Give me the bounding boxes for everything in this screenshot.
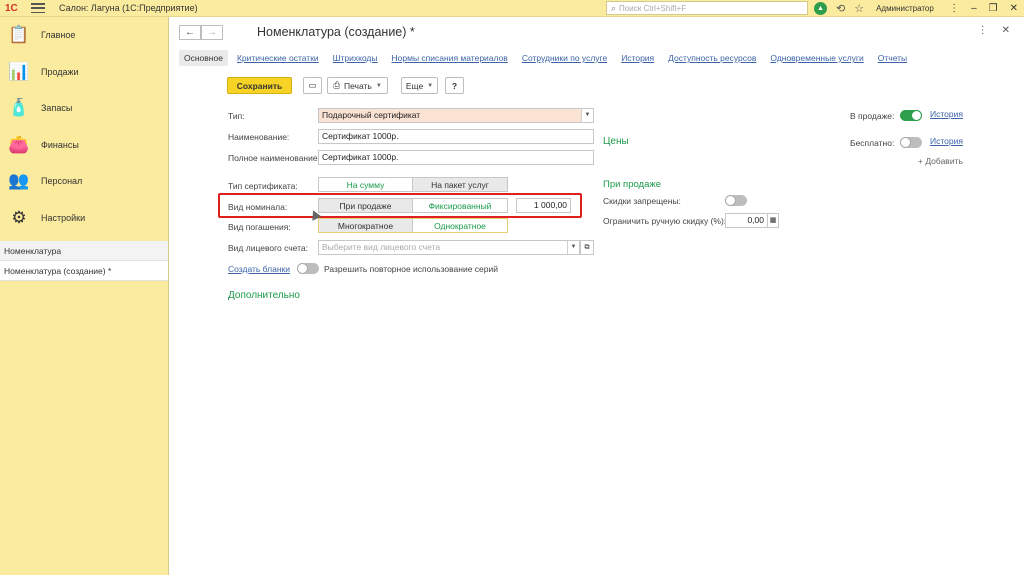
sidebar-item-sales[interactable]: 📊 Продажи — [0, 54, 168, 91]
chevron-down-icon[interactable]: ▼ — [567, 241, 579, 254]
settings-menu-icon[interactable]: ⋮ — [949, 3, 959, 14]
gear-icon: ⚙ — [11, 207, 27, 227]
form-close-icon[interactable]: ✕ — [1002, 25, 1010, 36]
history-icon[interactable]: ⟲ — [836, 2, 845, 15]
cert-type-label: Тип сертификата: — [228, 181, 298, 191]
chevron-down-icon: ▼ — [427, 82, 434, 89]
tab-reports[interactable]: Отчеты — [878, 50, 907, 66]
close-icon[interactable]: ✕ — [1010, 3, 1018, 14]
wallet-icon: 👛 — [8, 134, 30, 154]
tab-critical-stock[interactable]: Критические остатки — [237, 50, 319, 66]
tab-simultaneous-services[interactable]: Одновременные услуги — [770, 50, 863, 66]
sales-chart-icon: 📊 — [8, 61, 30, 81]
free-toggle[interactable] — [900, 137, 922, 148]
redemption-switch: Многократное Однократное — [318, 218, 508, 233]
cert-type-amount-option[interactable]: На сумму — [319, 178, 413, 191]
tab-history[interactable]: История — [621, 50, 654, 66]
on-sale-history-link[interactable]: История — [930, 109, 963, 119]
discounts-forbidden-label: Скидки запрещены: — [603, 196, 681, 206]
help-button[interactable]: ? — [445, 77, 464, 94]
title-bar: 1С Салон: Лагуна (1С:Предприятие) ⌕ Поис… — [0, 0, 1024, 17]
open-windows-list: Номенклатура Номенклатура (создание) * — [0, 241, 168, 281]
redemption-label: Вид погашения: — [228, 222, 291, 232]
discounts-forbidden-toggle[interactable] — [725, 195, 747, 206]
name-input[interactable]: Сертификат 1000р. — [318, 129, 594, 144]
sidebar-item-main[interactable]: 📋 Главное — [0, 17, 168, 54]
document-icon[interactable]: ▭ — [303, 77, 322, 94]
save-button[interactable]: Сохранить — [227, 77, 292, 94]
people-icon: 👥 — [8, 171, 30, 191]
bottle-icon: 🧴 — [8, 98, 30, 118]
printer-icon: ⎙ — [333, 80, 340, 90]
app-logo: 1С — [5, 2, 18, 14]
sidebar: 📋 Главное 📊 Продажи 🧴 Запасы 👛 Финансы 👥… — [0, 17, 169, 575]
cert-type-switch: На сумму На пакет услуг — [318, 177, 508, 192]
print-button[interactable]: ⎙ Печать ▼ — [327, 77, 388, 94]
sidebar-item-settings[interactable]: ⚙ Настройки — [0, 200, 168, 237]
favorites-star-icon[interactable]: ☆ — [854, 2, 864, 15]
more-button[interactable]: Еще ▼ — [401, 77, 438, 94]
fullname-label: Полное наименование: — [228, 153, 320, 163]
create-forms-link[interactable]: Создать бланки — [228, 264, 290, 274]
additional-section-title[interactable]: Дополнительно — [228, 290, 300, 301]
open-window-item[interactable]: Номенклатура — [0, 241, 168, 261]
tab-barcodes[interactable]: Штрихкоды — [333, 50, 378, 66]
sidebar-item-stock[interactable]: 🧴 Запасы — [0, 90, 168, 127]
cert-type-package-option[interactable]: На пакет услуг — [413, 178, 507, 191]
forward-arrow-icon[interactable]: → — [201, 25, 223, 40]
restore-icon[interactable]: ❐ — [989, 3, 998, 14]
manual-discount-label: Ограничить ручную скидку (%): — [603, 216, 727, 226]
prices-section-title: Цены — [603, 136, 629, 147]
form-menu-icon[interactable]: ⋮ — [978, 25, 988, 36]
minimize-icon[interactable]: – — [971, 3, 977, 14]
search-input[interactable]: ⌕ Поиск Ctrl+Shift+F — [606, 1, 808, 15]
back-arrow-icon[interactable]: ← — [179, 25, 201, 40]
manual-discount-input[interactable]: 0,00 — [725, 213, 768, 228]
chevron-down-icon[interactable]: ▼ — [581, 109, 593, 122]
tab-service-staff[interactable]: Сотрудники по услуге — [522, 50, 607, 66]
notifications-icon[interactable]: ▲ — [814, 2, 827, 15]
name-label: Наименование: — [228, 132, 290, 142]
tab-material-norms[interactable]: Нормы списания материалов — [392, 50, 508, 66]
sidebar-item-staff[interactable]: 👥 Персонал — [0, 163, 168, 200]
on-sale-toggle[interactable] — [900, 110, 922, 121]
clipboard-icon: 📋 — [8, 25, 30, 45]
search-icon: ⌕ — [611, 2, 617, 13]
form-area: ← → Номенклатура (создание) * ⋮ ✕ Основн… — [170, 17, 1024, 575]
type-label: Тип: — [228, 111, 245, 121]
on-sale-label: В продаже: — [850, 111, 895, 121]
account-label: Вид лицевого счета: — [228, 243, 309, 253]
at-sale-section-title: При продаже — [603, 179, 662, 190]
tab-resource-availability[interactable]: Доступность ресурсов — [668, 50, 756, 66]
menu-icon[interactable] — [31, 3, 45, 13]
highlight-frame — [218, 193, 582, 218]
reuse-series-label: Разрешить повторное использование серий — [324, 264, 498, 274]
user-name[interactable]: Администратор — [876, 4, 934, 13]
add-price-link[interactable]: + Добавить — [918, 156, 963, 166]
chevron-down-icon: ▼ — [375, 82, 382, 89]
type-select[interactable]: Подарочный сертификат ▼ — [318, 108, 594, 123]
account-select[interactable]: Выберите вид лицевого счета ▼ — [318, 240, 580, 255]
free-history-link[interactable]: История — [930, 136, 963, 146]
app-title: Салон: Лагуна (1С:Предприятие) — [59, 3, 198, 13]
redemption-multiple-option[interactable]: Многократное — [319, 219, 413, 232]
calculator-icon[interactable]: ▦ — [767, 213, 779, 228]
toolbar: Сохранить ▭ ⎙ Печать ▼ Еще ▼ ? — [227, 77, 464, 94]
tabs: Основное Критические остатки Штрихкоды Н… — [179, 50, 921, 66]
open-window-item-active[interactable]: Номенклатура (создание) * — [0, 261, 168, 281]
open-link-icon[interactable]: ⧉ — [580, 240, 594, 255]
page-title: Номенклатура (создание) * — [257, 25, 415, 39]
free-label: Бесплатно: — [850, 138, 895, 148]
reuse-series-toggle[interactable] — [297, 263, 319, 274]
sidebar-item-finance[interactable]: 👛 Финансы — [0, 127, 168, 164]
redemption-single-option[interactable]: Однократное — [413, 219, 507, 232]
tab-main[interactable]: Основное — [179, 50, 228, 66]
fullname-input[interactable]: Сертификат 1000р. — [318, 150, 594, 165]
